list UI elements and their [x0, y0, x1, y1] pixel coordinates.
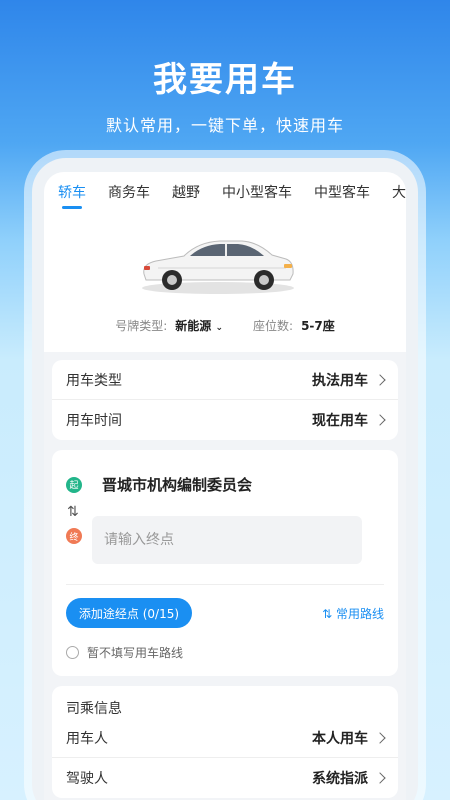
seat-count-label: 座位数: — [253, 319, 294, 333]
end-badge: 终 — [66, 528, 82, 544]
tab-large[interactable]: 大 — [392, 182, 406, 202]
route-swap-icon: ⇅ — [322, 607, 333, 621]
driver-label: 驾驶人 — [66, 771, 108, 787]
tab-medium-bus[interactable]: 中型客车 — [314, 182, 370, 202]
use-time-label: 用车时间 — [66, 413, 122, 429]
plate-type-select[interactable]: 新能源 ⌄ — [175, 317, 223, 334]
driver-row[interactable]: 驾驶人 系统指派 — [52, 758, 398, 798]
tab-suv[interactable]: 越野 — [172, 182, 200, 202]
user-label: 用车人 — [66, 730, 108, 747]
user-row[interactable]: 用车人 本人用车 — [52, 718, 398, 758]
chevron-right-icon — [374, 731, 386, 744]
seat-count-value: 5-7座 — [301, 319, 335, 333]
passenger-section-title: 司乘信息 — [66, 701, 122, 717]
chevron-right-icon — [374, 772, 386, 784]
user-value: 本人用车 — [312, 730, 368, 747]
hero-subtitle: 默认常用，一键下单，快速用车 — [105, 116, 344, 135]
passenger-info-card: 司乘信息 用车人 本人用车 驾驶人 系统指派 — [52, 686, 398, 798]
skip-route-option[interactable]: 暂不填写用车路线 — [66, 644, 183, 661]
route-start-row: 起 晋城市机构编制委员会 — [52, 450, 398, 495]
chevron-right-icon — [374, 373, 386, 386]
chevron-down-icon: ⌄ — [215, 323, 224, 333]
plate-type-value: 新能源 — [175, 319, 212, 333]
sedan-car-image — [142, 240, 294, 294]
plate-type-label: 号牌类型: — [115, 319, 168, 333]
use-type-row[interactable]: 用车类型 执法用车 — [52, 360, 398, 400]
add-waypoint-button[interactable]: 添加途经点 (0/15) — [66, 598, 192, 628]
destination-input[interactable] — [92, 516, 362, 564]
use-type-label: 用车类型 — [66, 372, 122, 389]
tab-small-bus[interactable]: 中小型客车 — [222, 182, 292, 202]
driver-value: 系统指派 — [312, 771, 368, 787]
common-route-link[interactable]: ⇅ 常用路线 — [322, 605, 384, 622]
order-options-card: 用车类型 执法用车 用车时间 现在用车 — [52, 360, 398, 440]
use-type-value: 执法用车 — [312, 372, 368, 389]
tab-business[interactable]: 商务车 — [108, 182, 150, 202]
hero-title: 我要用车 — [153, 60, 297, 100]
phone-frame: 轿车 商务车 越野 中小型客车 中型客车 大 号牌类型: 新能源 ⌄ 座位数: … — [32, 158, 418, 800]
divider — [66, 584, 384, 585]
skip-route-label: 暂不填写用车路线 — [87, 646, 184, 660]
radio-button[interactable] — [66, 646, 79, 659]
tab-sedan[interactable]: 轿车 — [58, 182, 86, 209]
chevron-right-icon — [374, 414, 386, 426]
common-route-label: 常用路线 — [335, 607, 384, 621]
start-location[interactable]: 晋城市机构编制委员会 — [102, 474, 252, 495]
use-time-row[interactable]: 用车时间 现在用车 — [52, 400, 398, 440]
start-badge: 起 — [66, 476, 82, 493]
swap-icon[interactable]: ⇅ — [67, 504, 79, 520]
route-end-row: 终 — [66, 528, 82, 544]
route-card: 起 晋城市机构编制委员会 ⇅ 终 添加途经点 (0/15) ⇅ 常用路线 暂不填… — [52, 450, 398, 676]
vehicle-selector-card: 轿车 商务车 越野 中小型客车 中型客车 大 号牌类型: 新能源 ⌄ 座位数: … — [44, 172, 406, 352]
use-time-value: 现在用车 — [312, 413, 368, 429]
app-screen: 轿车 商务车 越野 中小型客车 中型客车 大 号牌类型: 新能源 ⌄ 座位数: … — [44, 172, 406, 800]
vehicle-specs: 号牌类型: 新能源 ⌄ 座位数: 5-7座 — [44, 317, 406, 334]
vehicle-type-tabs: 轿车 商务车 越野 中小型客车 中型客车 大 — [44, 172, 406, 212]
